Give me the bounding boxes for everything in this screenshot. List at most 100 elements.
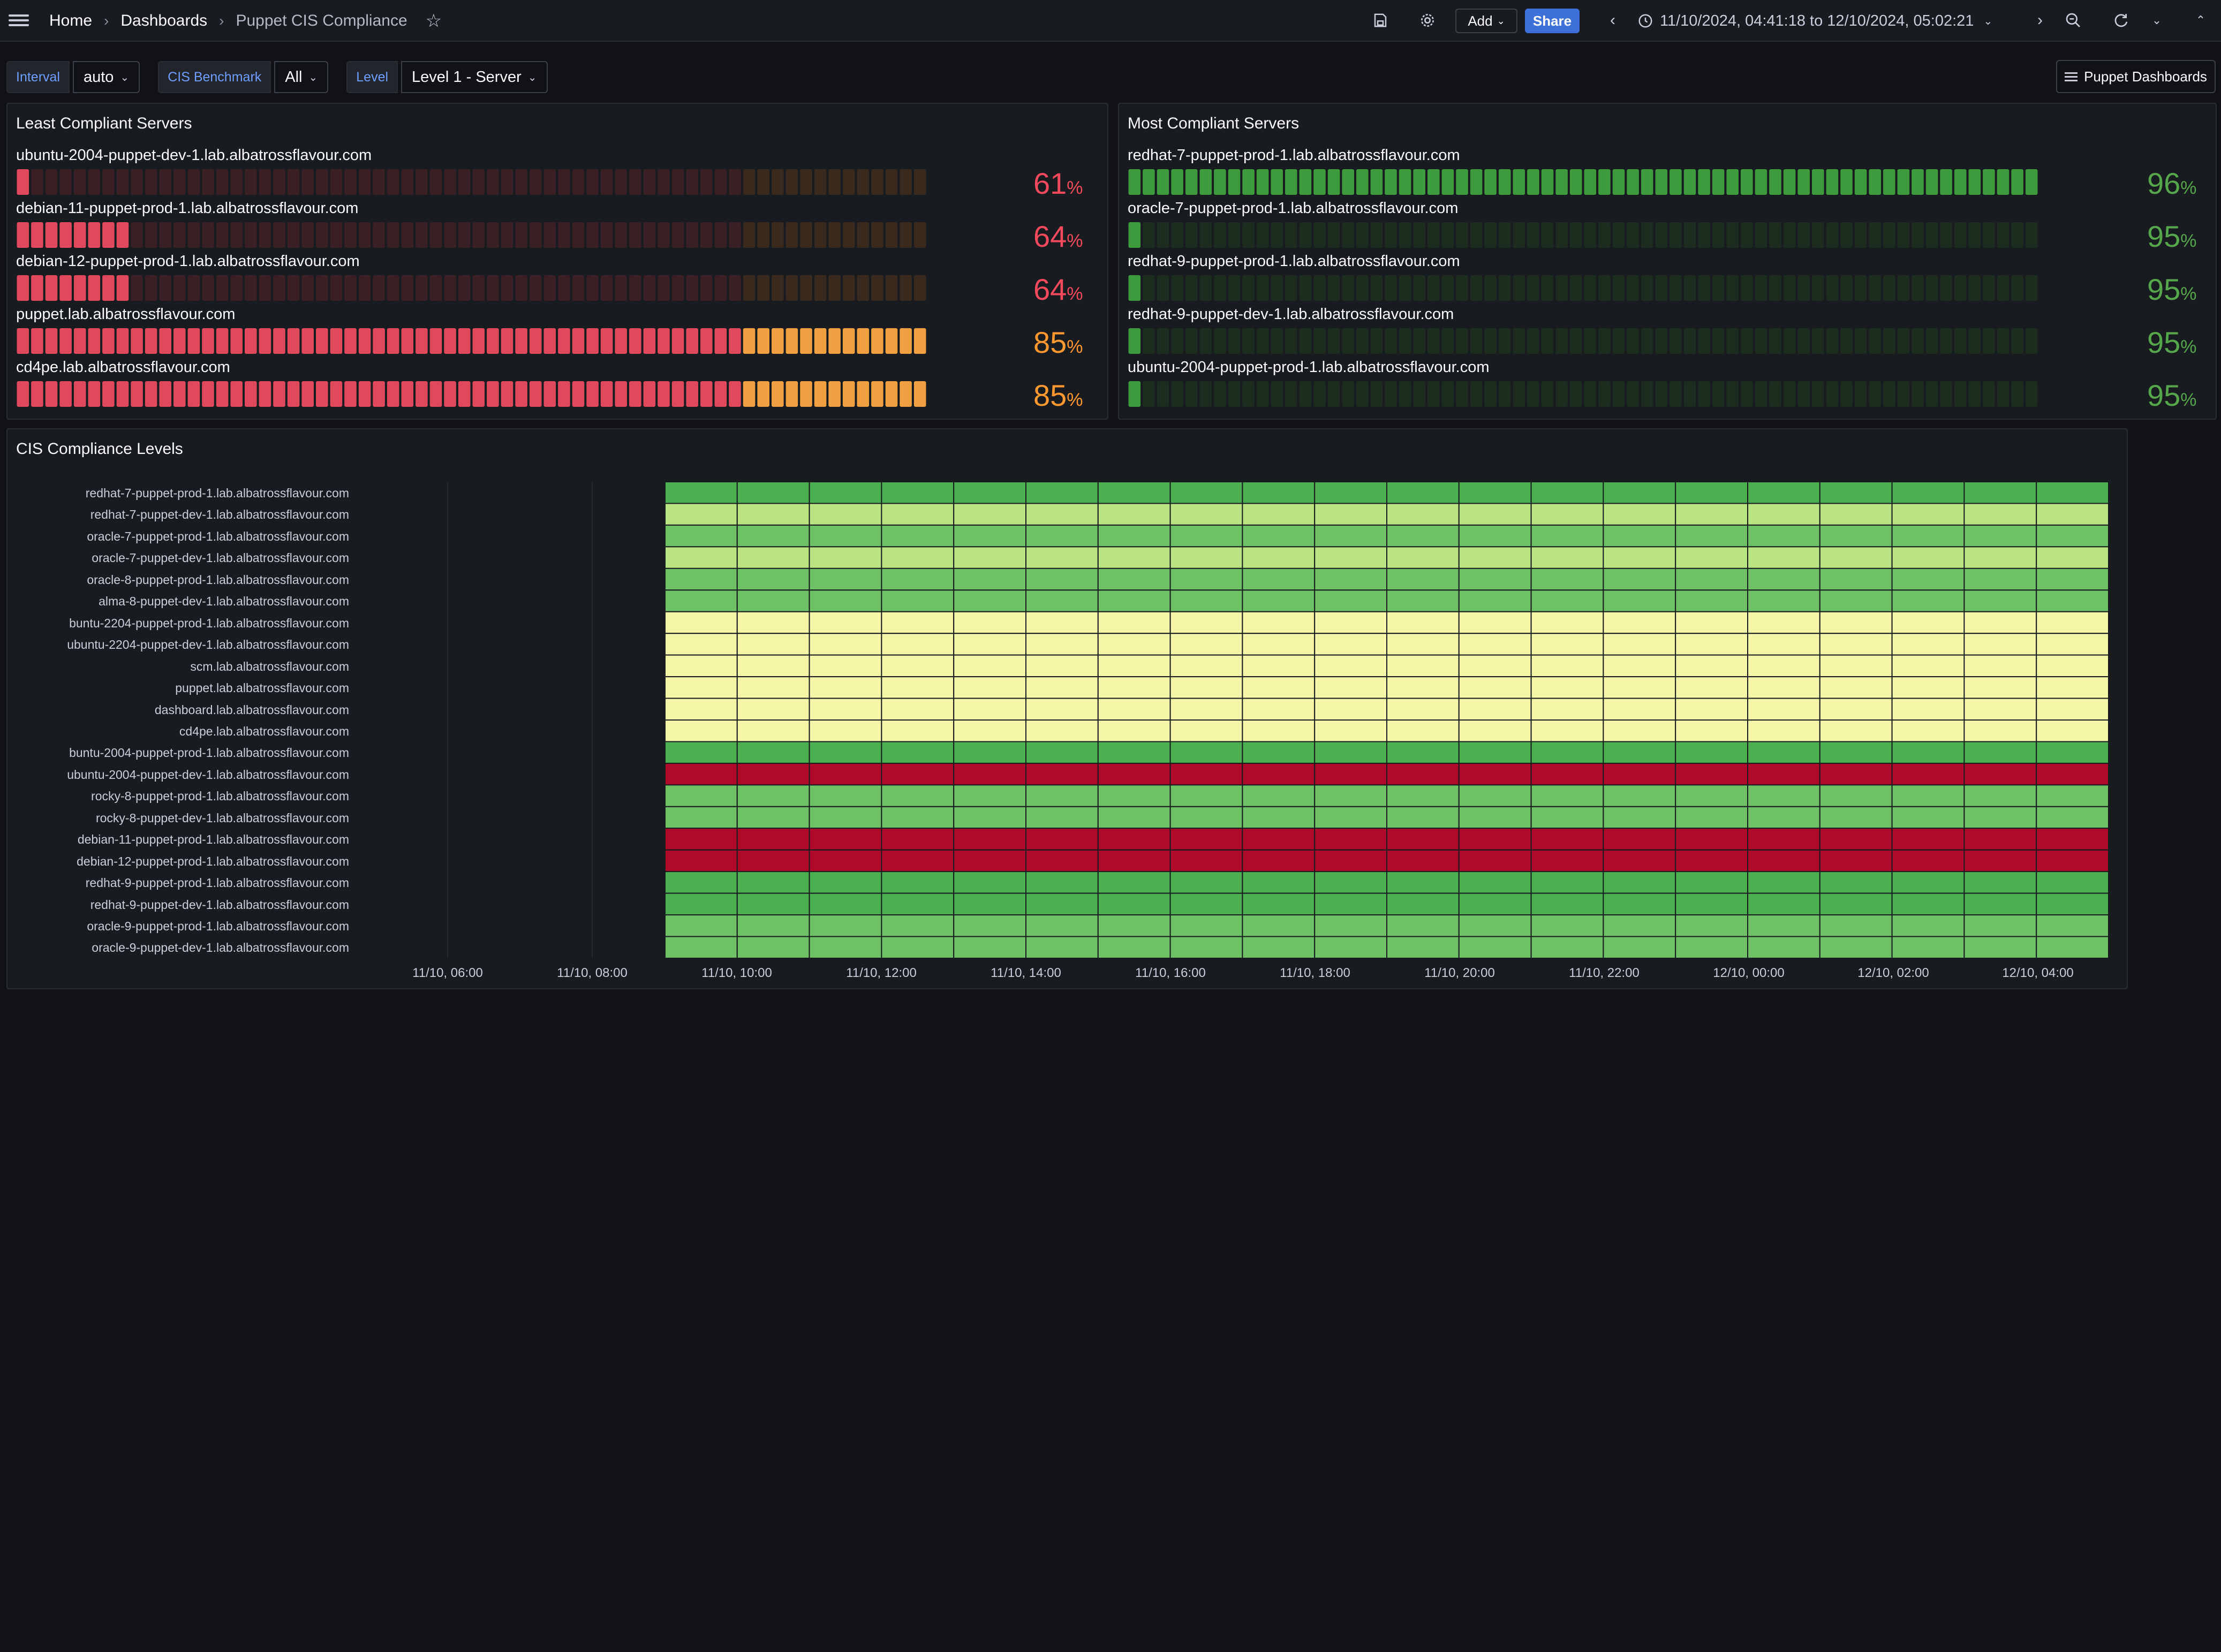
gauge-cell <box>686 169 698 195</box>
gauge-cell <box>1413 222 1425 248</box>
gauge-cell <box>1441 169 1454 195</box>
heatmap-cell <box>664 871 738 894</box>
gauge-cell <box>330 328 343 354</box>
variable-interval-value: auto <box>83 68 114 86</box>
heatmap-cell <box>1819 806 1893 829</box>
heatmap-cell <box>1097 914 1171 937</box>
heatmap-x-tick-label: 12/10, 04:00 <box>2002 965 2074 980</box>
gauge-cell <box>1912 381 1924 407</box>
chevron-down-icon: ⌄ <box>120 71 130 84</box>
gauge-cell <box>1228 222 1241 248</box>
breadcrumb-home[interactable]: Home <box>49 12 92 30</box>
time-range-picker[interactable]: 11/10/2024, 04:41:18 to 12/10/2024, 05:0… <box>1637 9 1992 33</box>
puppet-dashboards-link[interactable]: Puppet Dashboards <box>2056 60 2216 93</box>
heatmap-cell <box>1097 546 1171 569</box>
heatmap-cell <box>1097 806 1171 829</box>
heatmap-cell <box>1891 654 1965 678</box>
chevron-down-icon: ⌄ <box>527 71 537 84</box>
gauge-cell <box>1327 169 1340 195</box>
star-icon[interactable]: ☆ <box>426 10 442 32</box>
gauge-cell <box>1513 328 1525 354</box>
heatmap-cell <box>1458 611 1532 634</box>
share-button[interactable]: Share <box>1525 9 1580 33</box>
heatmap-cell <box>1819 676 1893 699</box>
gauge-cell <box>1712 222 1725 248</box>
heatmap-cell <box>2036 481 2109 504</box>
gauge-cell <box>159 328 171 354</box>
gauge-cell <box>1912 328 1924 354</box>
gauge-cell <box>772 222 784 248</box>
gauge-cell <box>316 169 328 195</box>
heatmap-cell <box>1025 589 1099 612</box>
variable-benchmark-value: All <box>285 68 303 86</box>
gauge-cell <box>1271 169 1283 195</box>
gear-icon[interactable] <box>1417 10 1438 31</box>
panel-title: Most Compliant Servers <box>1128 115 1300 132</box>
gauge-cell <box>145 169 157 195</box>
chevron-up-icon[interactable]: ⌃ <box>2190 10 2211 31</box>
heatmap-cell <box>1386 589 1460 612</box>
gauge-cell <box>1399 381 1411 407</box>
gauge-cell <box>1584 275 1597 301</box>
variable-interval-select[interactable]: auto ⌄ <box>72 61 140 93</box>
gauge-cell <box>45 328 58 354</box>
gauge-cell <box>373 381 385 407</box>
gauge-cell <box>88 222 101 248</box>
gauge-cell <box>1569 169 1582 195</box>
gauge-cell <box>31 328 43 354</box>
gauge-cell <box>828 275 841 301</box>
gauge-value: 95% <box>2147 378 2197 413</box>
gauge-cell <box>416 328 428 354</box>
heatmap-cell <box>1747 503 1820 526</box>
heatmap-cell <box>953 806 1026 829</box>
gauge-cell <box>1456 275 1468 301</box>
add-button[interactable]: Add ⌄ <box>1455 9 1517 33</box>
save-icon[interactable] <box>1370 10 1391 31</box>
gauge-cell <box>871 381 883 407</box>
heatmap-cell <box>1963 633 2037 656</box>
chevron-down-icon[interactable]: ⌄ <box>2146 10 2167 31</box>
gauge-cell <box>543 222 556 248</box>
gauge-cell <box>900 169 912 195</box>
hamburger-menu-icon[interactable] <box>9 12 29 30</box>
gauge-cell <box>658 169 670 195</box>
gauge-cell <box>1641 169 1653 195</box>
heatmap-cell <box>1603 892 1676 916</box>
heatmap-cell <box>881 914 955 937</box>
gauge-cell <box>444 328 456 354</box>
gauge-value: 85% <box>1033 325 1083 360</box>
gauge-server-name: ubuntu-2004-puppet-dev-1.lab.albatrossfl… <box>16 147 372 164</box>
gauge-cell <box>1157 169 1169 195</box>
gauge-cell <box>1912 169 1924 195</box>
gauge-cell <box>871 222 883 248</box>
chevron-down-icon: ⌄ <box>1497 15 1505 26</box>
gauge-cell <box>1968 222 1981 248</box>
gauge-cell <box>700 222 713 248</box>
variable-benchmark-select[interactable]: All ⌄ <box>274 61 329 93</box>
heatmap-cell <box>1097 633 1171 656</box>
breadcrumb-dashboards[interactable]: Dashboards <box>120 12 207 30</box>
heatmap-cell <box>953 849 1026 873</box>
refresh-icon[interactable] <box>2110 10 2131 31</box>
gauge-cell <box>572 275 585 301</box>
gauge-cell <box>857 222 870 248</box>
variable-level-select[interactable]: Level 1 - Server ⌄ <box>401 61 548 93</box>
gauge-cell <box>159 275 171 301</box>
gauge-cell <box>501 381 513 407</box>
heatmap-cell <box>1242 481 1316 504</box>
gauge-cell <box>1726 169 1739 195</box>
gauge-cell <box>885 328 898 354</box>
gauge-bar <box>1128 275 2038 301</box>
heatmap-cell <box>1603 914 1676 937</box>
chevron-right-icon[interactable]: › <box>2029 10 2051 31</box>
heatmap-cell <box>1458 546 1532 569</box>
heatmap-cell <box>1169 698 1243 721</box>
gauge-cell <box>828 222 841 248</box>
heatmap-cell <box>1530 633 1604 656</box>
zoom-out-icon[interactable] <box>2063 10 2084 31</box>
gauge-cell <box>1897 275 1910 301</box>
heatmap-cell <box>1458 524 1532 548</box>
chevron-left-icon[interactable]: ‹ <box>1602 10 1623 31</box>
gauge-cell <box>472 169 485 195</box>
gauge-cell <box>1983 328 1995 354</box>
